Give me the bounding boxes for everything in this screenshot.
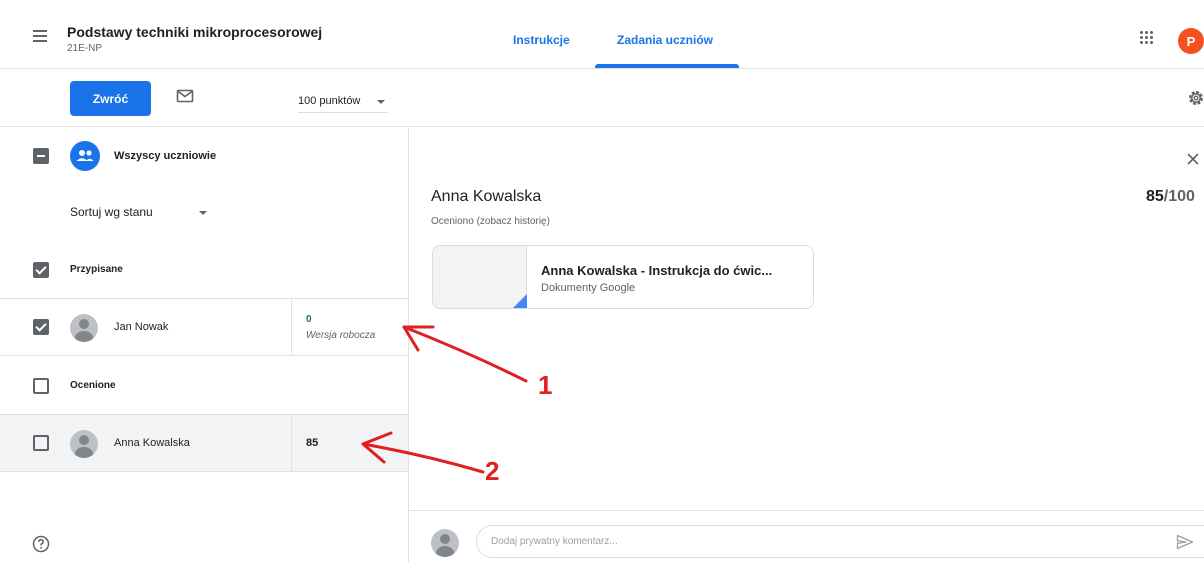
private-comment-input[interactable]: [476, 525, 1204, 558]
apps-grid-icon[interactable]: [1140, 31, 1154, 45]
grade-divider: [291, 299, 292, 355]
section-assigned-label: Przypisane: [70, 264, 123, 275]
student-title: Anna Kowalska: [431, 188, 542, 205]
mail-icon[interactable]: [176, 87, 194, 105]
student-row[interactable]: Jan Nowak 0 Wersja robocza: [0, 298, 408, 356]
attachment-thumbnail: [433, 246, 527, 308]
annotation-label-1: 1: [538, 370, 553, 400]
help-icon[interactable]: [32, 535, 50, 553]
avatar: [70, 314, 98, 342]
tab-student-work[interactable]: Zadania uczniów: [617, 33, 713, 47]
close-icon[interactable]: [1185, 151, 1201, 167]
docs-icon: [513, 294, 527, 308]
final-grade[interactable]: 85: [306, 437, 318, 449]
grading-toolbar: Zwróć 100 punktów: [0, 70, 1204, 127]
attachment-title: Anna Kowalska - Instrukcja do ćwic...: [541, 263, 773, 278]
attachment-card[interactable]: Anna Kowalska - Instrukcja do ćwic... Do…: [432, 245, 814, 309]
student-checkbox[interactable]: [33, 435, 49, 451]
draft-grade-note: Wersja robocza: [306, 330, 376, 341]
return-button[interactable]: Zwróć: [70, 81, 151, 116]
sort-select[interactable]: Sortuj wg stanu: [70, 205, 210, 225]
points-value: 100 punktów: [298, 95, 361, 107]
score-value: 85: [1146, 188, 1164, 205]
avatar: [431, 529, 459, 557]
annotation-label-2: 2: [485, 456, 500, 486]
score[interactable]: 85/100: [1146, 188, 1195, 206]
gear-icon[interactable]: [1186, 88, 1204, 108]
draft-grade[interactable]: 0: [306, 314, 312, 325]
student-name: Jan Nowak: [114, 321, 169, 333]
grade-divider: [291, 415, 292, 471]
all-students-label[interactable]: Wszyscy uczniowie: [114, 150, 216, 162]
tab-instructions[interactable]: Instrukcje: [513, 33, 570, 47]
student-row[interactable]: Anna Kowalska 85: [0, 414, 408, 472]
course-title[interactable]: Podstawy techniki mikroprocesorowej: [67, 24, 322, 40]
section-assigned-checkbox[interactable]: [33, 262, 49, 278]
points-select[interactable]: 100 punktów: [298, 91, 388, 113]
chevron-down-icon: [199, 211, 207, 215]
sort-label: Sortuj wg stanu: [70, 205, 153, 219]
student-checkbox[interactable]: [33, 319, 49, 335]
account-avatar[interactable]: P: [1178, 28, 1204, 54]
section-graded-checkbox[interactable]: [33, 378, 49, 394]
attachment-type: Dokumenty Google: [541, 282, 636, 294]
select-all-checkbox[interactable]: [33, 148, 49, 164]
score-max: /100: [1163, 188, 1195, 205]
top-app-bar: Podstawy techniki mikroprocesorowej 21E-…: [0, 0, 1204, 69]
send-icon[interactable]: [1176, 534, 1194, 550]
grade-history-link[interactable]: Oceniono (zobacz historię): [431, 216, 550, 227]
grading-detail-pane: Anna Kowalska 85/100 Oceniono (zobacz hi…: [410, 128, 1204, 562]
chevron-down-icon: [377, 100, 385, 104]
people-icon[interactable]: [70, 141, 100, 171]
student-list-pane: Wszyscy uczniowie Sortuj wg stanu Przypi…: [0, 128, 409, 562]
avatar: [70, 430, 98, 458]
active-tab-indicator: [595, 64, 739, 68]
student-name: Anna Kowalska: [114, 437, 190, 449]
hamburger-menu-icon[interactable]: [28, 24, 54, 48]
section-graded-label: Ocenione: [70, 380, 116, 391]
private-comment-bar: [410, 510, 1204, 562]
course-subtitle: 21E-NP: [67, 43, 103, 54]
